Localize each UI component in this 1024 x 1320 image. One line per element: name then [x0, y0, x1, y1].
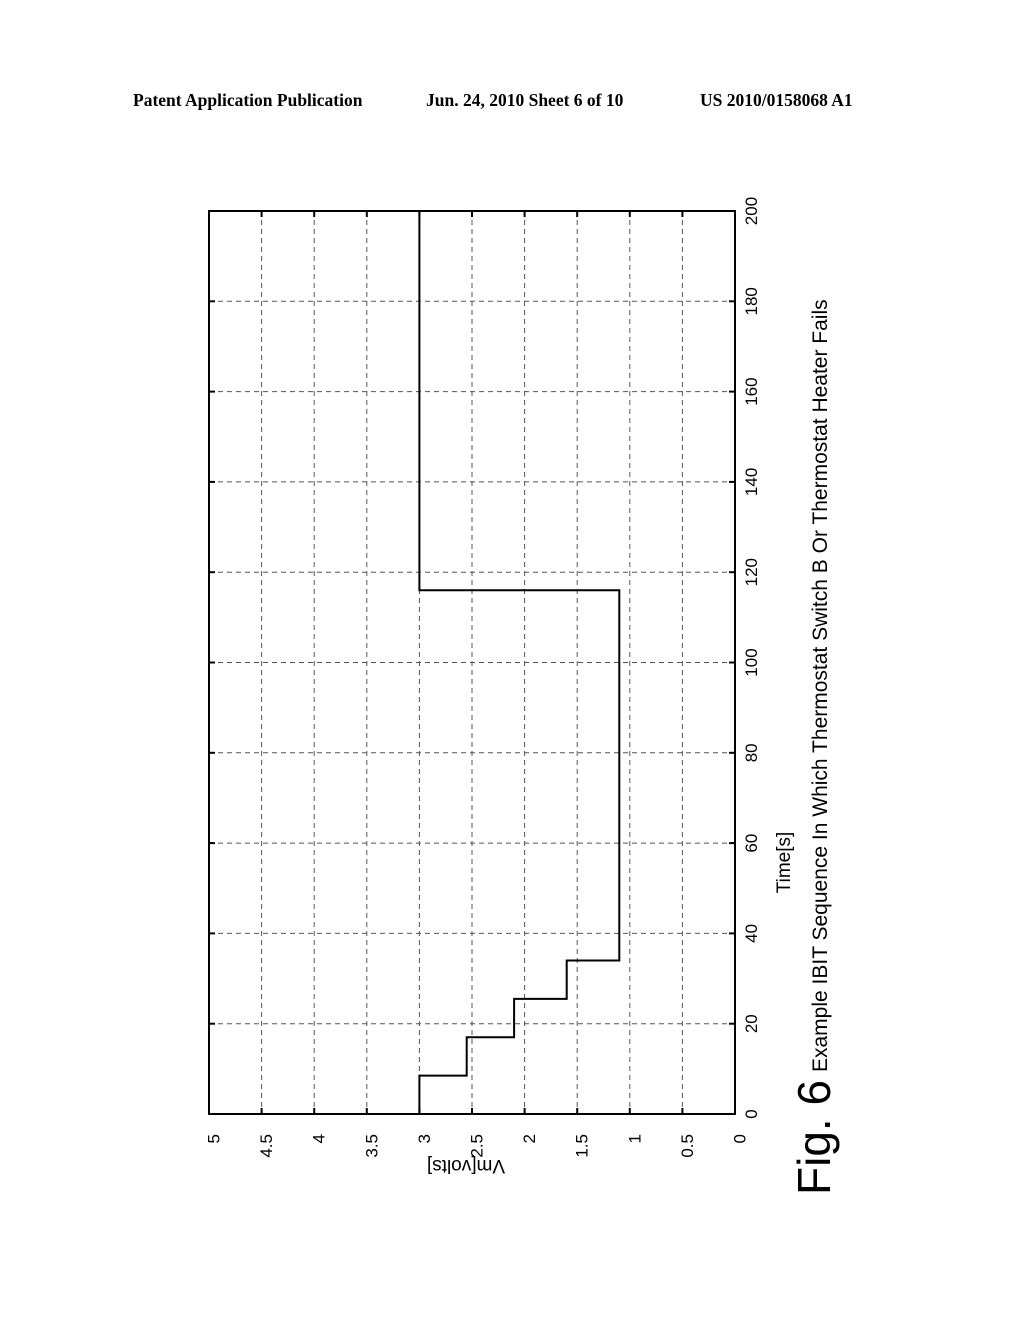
tick-label-time: 160 — [742, 377, 761, 405]
figure-caption: Example IBIT Sequence In Which Thermosta… — [809, 299, 832, 1072]
tick-label-volts: 1 — [625, 1134, 644, 1143]
tick-label-volts: 3.5 — [362, 1134, 381, 1158]
tick-labels: 0 20 40 60 80 100 120 140 160 180 200 0 0.5 1 1.5 2 2.5 3… — [204, 197, 761, 1158]
x-axis-label: Time[s] — [774, 832, 795, 894]
chart: 0 20 40 60 80 100 120 140 160 180 200 0 0.5 1 1.5 2 2.5 3… — [204, 197, 840, 1195]
figure-label: Fig. 6 — [788, 1080, 840, 1195]
y-axis-label: Vm[volts] — [427, 1155, 505, 1176]
tick-label-time: 40 — [742, 924, 761, 943]
tick-label-volts: 3 — [415, 1134, 434, 1143]
tick-label-time: 140 — [742, 468, 761, 496]
tick-label-time: 0 — [742, 1109, 761, 1118]
grid — [209, 211, 735, 1114]
tick-label-volts: 2 — [520, 1134, 539, 1143]
tick-label-time: 80 — [742, 743, 761, 762]
tick-label-time: 20 — [742, 1014, 761, 1033]
tick-label-time: 120 — [742, 558, 761, 586]
tick-label-time: 100 — [742, 648, 761, 676]
tick-label-time: 180 — [742, 287, 761, 315]
tick-label-volts: 0.5 — [678, 1134, 697, 1158]
tick-label-time: 200 — [742, 197, 761, 225]
tick-label-volts: 2.5 — [467, 1134, 486, 1158]
tick-label-volts: 1.5 — [573, 1134, 592, 1158]
tick-label-volts: 4 — [310, 1134, 329, 1143]
tick-label-time: 60 — [742, 834, 761, 853]
tick-label-volts: 5 — [204, 1134, 223, 1143]
tick-label-volts: 4.5 — [257, 1134, 276, 1158]
tick-label-volts: 0 — [730, 1134, 749, 1143]
